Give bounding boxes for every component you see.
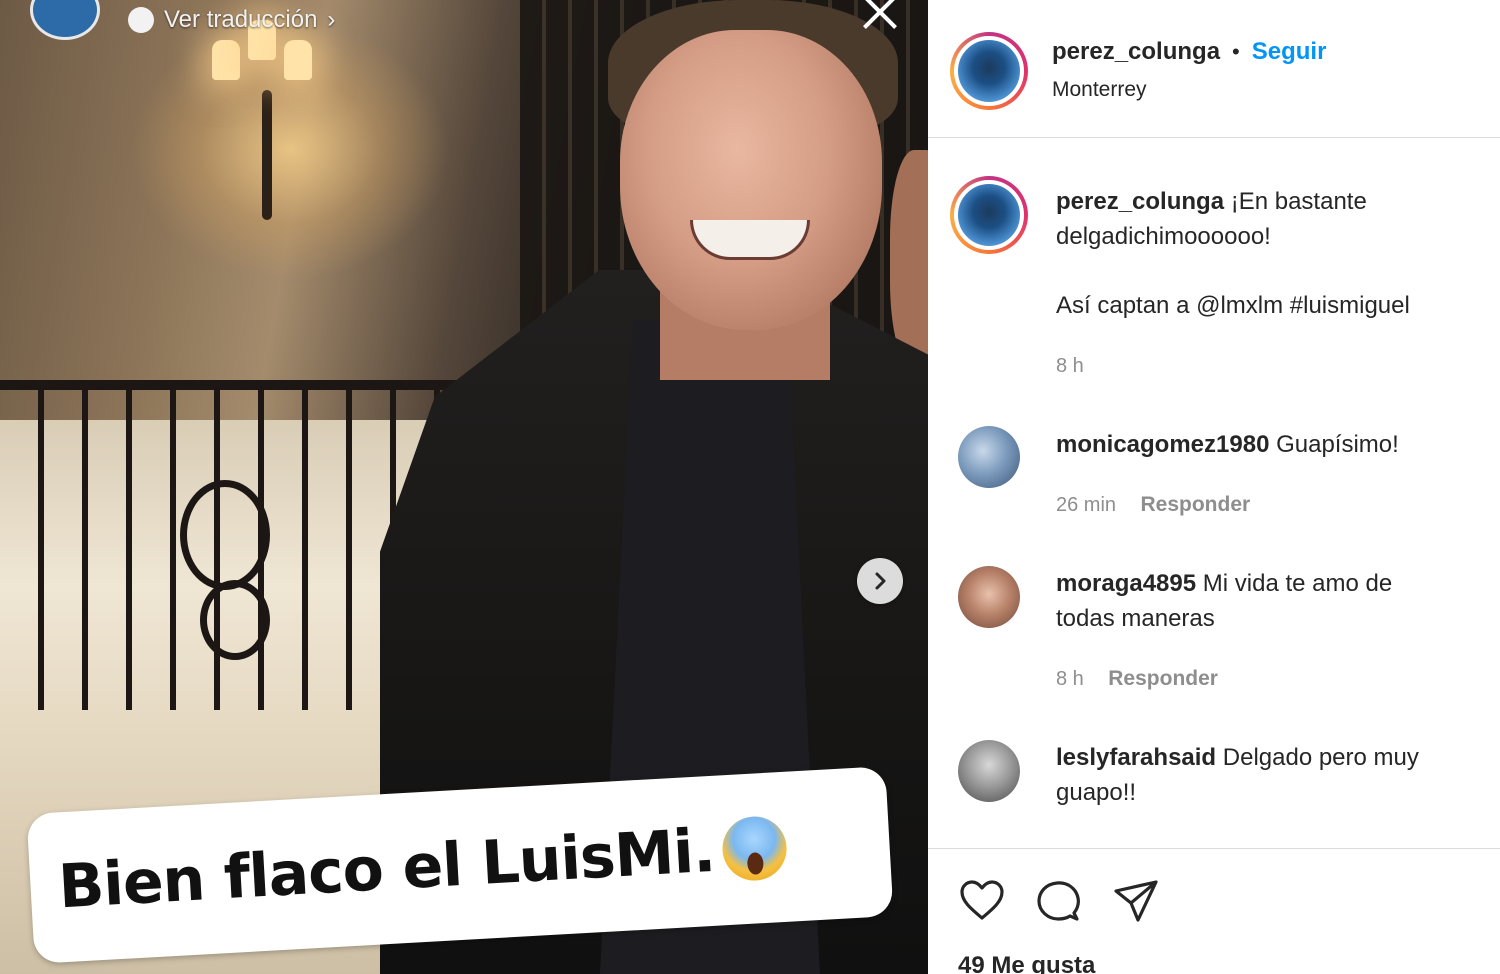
author-avatar[interactable] (950, 32, 1028, 110)
railing-ornament (200, 580, 270, 660)
caption-author-avatar[interactable] (950, 176, 1028, 254)
comment-avatar[interactable] (958, 566, 1020, 628)
comment-time: 8 h (1056, 668, 1084, 690)
comment-username[interactable]: monicagomez1980 (1056, 431, 1269, 458)
comment-text: Delgado pero muy (1222, 744, 1419, 771)
comment-meta: 8 h Responder (1056, 667, 1218, 691)
comment-body: moraga4895 Mi vida te amo de todas maner… (1056, 566, 1476, 636)
see-translation-label: Ver traducción (164, 6, 318, 33)
comment-body: leslyfarahsaid Delgado pero muy guapo!! (1056, 740, 1476, 810)
reply-button[interactable]: Responder (1108, 667, 1218, 690)
comment-text-line-2: todas maneras (1056, 605, 1215, 632)
avatar-image (954, 180, 1024, 250)
comment-avatar[interactable] (958, 740, 1020, 802)
comment-icon[interactable] (1034, 877, 1082, 925)
post-caption: perez_colunga ¡En bastante delgadichimoo… (1056, 184, 1476, 323)
caption-username[interactable]: perez_colunga (1056, 188, 1224, 215)
chevron-right-icon (875, 572, 886, 590)
header-name-row: perez_colunga • Seguir (1052, 38, 1326, 66)
caption-time: 8 h (1056, 355, 1084, 377)
post-media[interactable]: Bien flaco el LuisMi. Ver traducción › (0, 0, 928, 974)
caption-line-2: delgadichimoooooo! (1056, 223, 1271, 250)
comment-body: monicagomez1980 Guapísimo! (1056, 427, 1476, 462)
see-translation-link[interactable]: Ver traducción › (128, 6, 335, 34)
story-caption-text: Bien flaco el LuisMi. (56, 815, 717, 923)
follow-button[interactable]: Seguir (1252, 38, 1327, 66)
comment-avatar[interactable] (958, 426, 1020, 488)
speech-bubble-icon (128, 7, 154, 33)
next-media-button[interactable] (857, 558, 903, 604)
likes-count[interactable]: 49 Me gusta (958, 952, 1095, 974)
post-side-panel: perez_colunga • Seguir Monterrey perez_c… (928, 0, 1500, 974)
paper-plane-icon[interactable] (1112, 877, 1160, 925)
media-top-overlay: Ver traducción › (0, 0, 928, 50)
avatar-image (954, 36, 1024, 106)
comment-time: 26 min (1056, 494, 1117, 516)
reply-button[interactable]: Responder (1140, 493, 1250, 516)
post-location[interactable]: Monterrey (1052, 78, 1147, 102)
story-avatar (30, 0, 100, 40)
background-person (890, 150, 928, 370)
screaming-face-emoji-icon (720, 814, 789, 883)
heart-icon[interactable] (958, 877, 1006, 925)
railing-ornament (180, 480, 270, 590)
wall-sconce (262, 90, 272, 220)
close-icon[interactable] (856, 0, 904, 34)
author-username[interactable]: perez_colunga (1052, 38, 1220, 66)
caption-line-1: ¡En bastante (1230, 188, 1367, 215)
comment-username[interactable]: leslyfarahsaid (1056, 744, 1216, 771)
person-face (620, 30, 882, 330)
comment-username[interactable]: moraga4895 (1056, 570, 1196, 597)
separator-dot: • (1232, 39, 1240, 64)
caption-tags[interactable]: Así captan a @lmxlm #luismiguel (1056, 288, 1476, 323)
comment-text-line-2: guapo!! (1056, 779, 1137, 806)
chevron-right-icon: › (327, 6, 336, 33)
post-header: perez_colunga • Seguir Monterrey (928, 0, 1500, 138)
comment-text: Mi vida te amo de (1202, 570, 1393, 597)
comment-text: Guapísimo! (1276, 431, 1399, 458)
comment-meta: 26 min Responder (1056, 493, 1250, 517)
